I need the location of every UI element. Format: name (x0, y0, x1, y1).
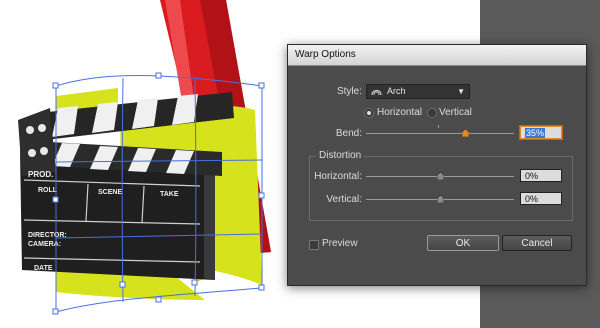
preview-checkbox[interactable] (309, 240, 319, 250)
style-label: Style: (336, 86, 362, 97)
vertical-distortion-field[interactable]: 0% (520, 192, 562, 205)
bend-value-field[interactable]: 35% (520, 126, 562, 139)
dialog-title: Warp Options (288, 45, 586, 66)
bend-slider-track[interactable] (366, 133, 514, 134)
vertical-radio-label[interactable]: Vertical (439, 107, 472, 118)
clapper-take-label: TAKE (160, 191, 179, 198)
horizontal-radio-label[interactable]: Horizontal (377, 107, 422, 118)
horizontal-distortion-thumb[interactable] (436, 172, 444, 180)
bend-slider-center-tick (438, 125, 439, 128)
clapperboard: PROD. ROLL SCENE TAKE DIRECTOR: CAMERA: … (18, 92, 234, 280)
ok-button[interactable]: OK (427, 235, 499, 251)
horizontal-distortion-label: Horizontal: (314, 171, 362, 182)
clapper-prod-label: PROD. (28, 170, 53, 179)
clapper-scene-label: SCENE (98, 189, 122, 196)
horizontal-radio[interactable] (364, 108, 374, 118)
arch-icon (371, 89, 382, 96)
cancel-button[interactable]: Cancel (502, 235, 572, 251)
style-dropdown-value: Arch (387, 86, 406, 96)
style-dropdown[interactable]: Arch ▼ (366, 84, 470, 99)
vertical-distortion-label: Vertical: (326, 194, 362, 205)
clapper-roll-label: ROLL (38, 187, 58, 194)
bend-label: Bend: (335, 128, 362, 139)
distortion-title: Distortion (316, 150, 365, 161)
warp-options-dialog: Warp Options Style: Arch ▼ Horizontal Ve… (287, 44, 587, 286)
chevron-down-icon: ▼ (457, 87, 465, 96)
vertical-radio[interactable] (427, 108, 437, 118)
clapper-date-label: DATE (34, 265, 53, 272)
vertical-distortion-thumb[interactable] (436, 195, 444, 203)
horizontal-distortion-field[interactable]: 0% (520, 169, 562, 182)
distortion-group: Distortion (309, 150, 573, 221)
preview-label[interactable]: Preview (322, 238, 358, 249)
bend-slider-thumb[interactable] (462, 129, 470, 137)
